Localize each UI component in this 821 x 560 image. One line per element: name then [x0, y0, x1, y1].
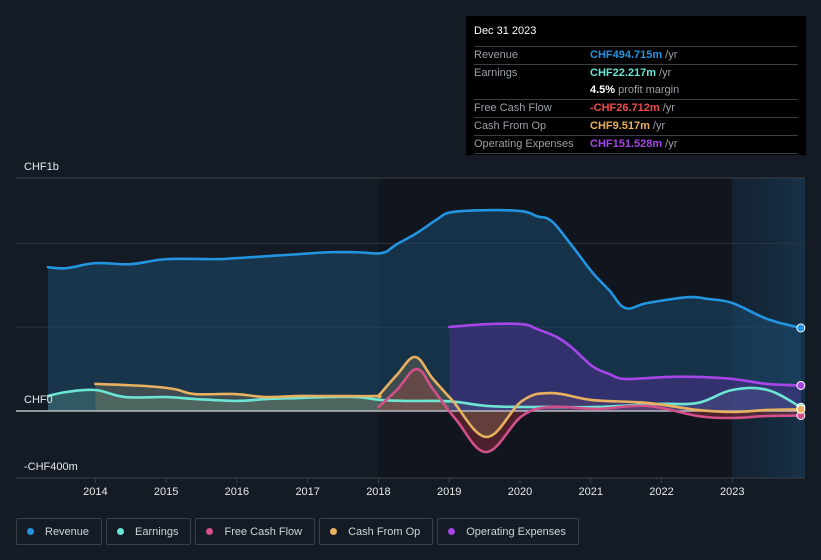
legend-dot-icon — [448, 528, 456, 535]
x-tick-label: 2018 — [366, 486, 390, 498]
tooltip-row-value: 4.5% — [590, 84, 616, 96]
legend-label: Free Cash Flow — [224, 525, 303, 538]
x-tick-label: 2015 — [154, 486, 178, 498]
legend-item-revenue[interactable]: Revenue — [16, 518, 103, 545]
legend-label: Earnings — [135, 525, 179, 538]
tooltip-row-unit: /yr — [665, 138, 678, 150]
y-axis-label-zero: CHF0 — [24, 394, 53, 406]
tooltip-row: 4.5% profit margin — [474, 82, 798, 99]
legend-label: Operating Expenses — [466, 525, 566, 538]
tooltip-row-unit: /yr — [659, 67, 672, 79]
legend-label: Revenue — [45, 525, 90, 538]
legend-item-earnings[interactable]: Earnings — [106, 518, 192, 545]
tooltip-row-value: CHF22.217m — [590, 67, 657, 79]
legend-dot-icon — [206, 528, 214, 535]
tooltip-row: Operating Expenses CHF151.528m/yr — [474, 135, 798, 154]
end-dot-operating-expenses — [796, 380, 806, 390]
x-tick-label: 2021 — [578, 486, 602, 498]
tooltip-row-label: Cash From Op — [474, 120, 547, 132]
x-tick-label: 2017 — [295, 486, 319, 498]
tooltip-row-unit: profit margin — [618, 84, 680, 96]
x-tick-label: 2020 — [508, 486, 532, 498]
x-tick-label: 2014 — [83, 486, 107, 498]
tooltip-row-unit: /yr — [652, 120, 666, 132]
tooltip-row-label: Operating Expenses — [474, 138, 574, 150]
tooltip-row-label: Earnings — [474, 67, 518, 79]
end-dot-cash-from-op — [796, 404, 806, 414]
x-axis-ticks: 2014 2015 2016 2017 2018 2019 2020 2021 2022 2023 — [83, 478, 744, 498]
x-tick-label: 2019 — [437, 486, 461, 498]
tooltip-date: Dec 31 2023 — [474, 25, 537, 37]
tooltip-panel: Dec 31 2023 Revenue CHF494.715m/yr Earning… — [466, 16, 806, 155]
legend-label: Cash From Op — [348, 525, 421, 538]
x-tick-label: 2023 — [720, 486, 744, 498]
legend-item-operating-expenses[interactable]: Operating Expenses — [437, 518, 579, 545]
legend: Revenue Earnings Free Cash Flow Cash From O… — [16, 518, 579, 545]
tooltip-row: Earnings CHF22.217m/yr — [474, 64, 798, 82]
tooltip-row-value: -CHF26.712m — [590, 102, 660, 114]
tooltip-row: Free Cash Flow -CHF26.712m/yr — [474, 99, 798, 117]
legend-dot-icon — [27, 528, 34, 535]
end-dot-revenue — [796, 323, 806, 333]
legend-item-free-cash-flow[interactable]: Free Cash Flow — [195, 518, 316, 545]
tooltip-row-label — [474, 82, 590, 99]
tooltip-row-label: Free Cash Flow — [474, 102, 552, 114]
x-tick-label: 2022 — [649, 486, 673, 498]
tooltip-row: Revenue CHF494.715m/yr — [474, 46, 798, 64]
x-tick-label: 2016 — [225, 486, 249, 498]
legend-dot-icon — [330, 528, 338, 535]
tooltip-row-label: Revenue — [474, 49, 519, 61]
tooltip-row-unit: /yr — [665, 49, 678, 61]
tooltip-row-value: CHF494.715m — [590, 49, 663, 61]
y-axis-label-top: CHF1b — [24, 161, 59, 173]
tooltip-row-value: CHF9.517m — [590, 120, 650, 132]
y-axis-label-bottom: -CHF400m — [24, 461, 78, 473]
legend-dot-icon — [117, 528, 125, 535]
tooltip-row-unit: /yr — [662, 102, 675, 114]
legend-item-cash-from-op[interactable]: Cash From Op — [319, 518, 434, 545]
tooltip-row: Cash From Op CHF9.517m/yr — [474, 117, 798, 135]
tooltip-row-value: CHF151.528m — [590, 138, 663, 150]
